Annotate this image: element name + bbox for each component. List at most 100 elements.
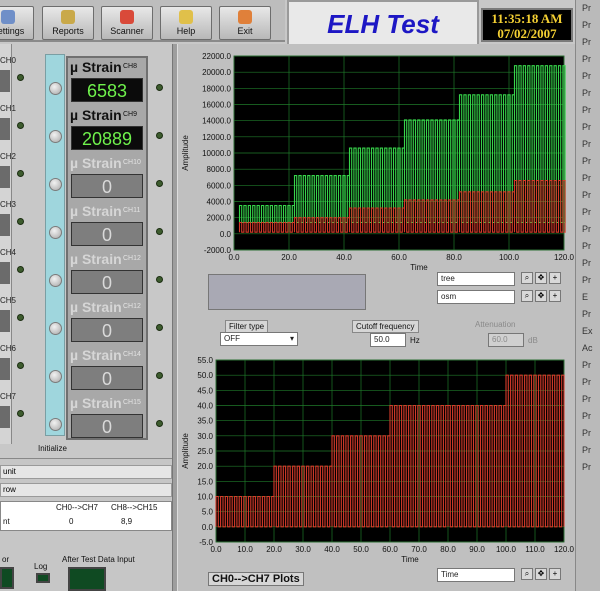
strain-row: µ Strain CH8 6583: [68, 58, 146, 106]
right-strip-item: Pr: [582, 258, 591, 268]
cursor-tool-icon[interactable]: +: [549, 272, 561, 284]
right-strip-item: Pr: [582, 190, 591, 200]
cutoff-unit: Hz: [410, 336, 420, 345]
unit-label: unit: [3, 467, 16, 476]
table-header-ch0-7: CH0-->CH7: [56, 503, 99, 512]
attenuation-input[interactable]: 60.0: [488, 333, 524, 347]
channel-radio-button[interactable]: [49, 226, 62, 239]
pan-tool-2-icon[interactable]: ✥: [535, 290, 547, 302]
exit-button[interactable]: Exit: [219, 6, 271, 40]
y-tick-label: 4000.0: [207, 198, 232, 207]
scanner-button[interactable]: Scanner: [101, 6, 153, 40]
strain-status-dot: [156, 84, 163, 91]
strain-row: µ Strain CH12 0: [68, 298, 146, 346]
cutoff-frequency-input[interactable]: 50.0: [370, 333, 406, 347]
initialize-label: Initialize: [38, 444, 67, 453]
zoom-tool-2-icon[interactable]: ⌕: [521, 290, 533, 302]
clock-display: 11:35:18 AM 07/02/2007: [481, 8, 573, 42]
plot-legend-overlay: [208, 274, 366, 310]
channel-radio-button[interactable]: [49, 274, 62, 287]
x-tick-label: 110.0: [525, 545, 545, 554]
right-strip-item: Pr: [582, 88, 591, 98]
reports-label: Reports: [52, 26, 84, 36]
left-channel-label: CH3: [0, 200, 17, 209]
y-tick-label: 35.0: [197, 417, 213, 426]
right-strip-item: Pr: [582, 139, 591, 149]
right-side-panel: Pr Pr Pr Pr Pr Pr Pr Pr Pr Pr Pr Pr Pr Pr Pr Pr Pr E Pr Ex A…: [575, 0, 600, 591]
strain-status-dot: [156, 180, 163, 187]
y-tick-label: 5.0: [202, 508, 214, 517]
reports-button[interactable]: Reports: [42, 6, 94, 40]
strain-status-dot: [156, 324, 163, 331]
cursor-tool-2-icon[interactable]: +: [549, 290, 561, 302]
left-channel-label: CH0: [0, 56, 17, 65]
strain-label: µ Strain: [70, 203, 122, 219]
scanner-icon: [120, 10, 134, 24]
right-strip-item: Ex: [582, 326, 593, 336]
y-tick-label: 20.0: [197, 462, 213, 471]
unit-field[interactable]: unit: [0, 465, 172, 479]
left-channel-value: [0, 214, 10, 236]
pan-tool-3-icon[interactable]: ✥: [535, 568, 547, 580]
table-cell-ch8-15: 8,9: [121, 517, 133, 526]
y-tick-label: 40.0: [197, 402, 213, 411]
strain-row: µ Strain CH11 0: [68, 202, 146, 250]
x-tick-label: 60.0: [391, 253, 407, 262]
zoom-tool-3-icon[interactable]: ⌕: [521, 568, 533, 580]
x-axis-label: Time: [410, 263, 428, 272]
y-tick-label: 2000.0: [207, 214, 232, 223]
left-status-dot: [17, 218, 24, 225]
left-channel-label: CH5: [0, 296, 17, 305]
x-tick-label: 40.0: [324, 545, 340, 554]
y-tick-label: 16000.0: [202, 101, 231, 110]
y-axis-label: Amplitude: [181, 433, 190, 469]
channel-radio-button[interactable]: [49, 418, 62, 431]
help-button[interactable]: Help: [160, 6, 212, 40]
app-title: ELH Test: [287, 0, 479, 46]
channel-radio-button[interactable]: [49, 130, 62, 143]
settings-button[interactable]: Settings: [0, 6, 34, 40]
left-status-dot: [17, 74, 24, 81]
left-status-dot: [17, 314, 24, 321]
y-tick-label: 18000.0: [202, 84, 231, 93]
y-tick-label: 20000.0: [202, 68, 231, 77]
channel-radio-button[interactable]: [49, 370, 62, 383]
x-tick-label: 120.0: [554, 253, 575, 262]
cursor-tool-3-icon[interactable]: +: [549, 568, 561, 580]
cutoff-frequency-label: Cutoff frequency: [352, 320, 419, 333]
strain-chart-bottom: 0.0 10.0 20.0 30.0 40.0 50.0 60.0 70.0 80.0 90.0 1…: [181, 356, 575, 564]
left-channel-value: [0, 358, 10, 380]
help-label: Help: [176, 26, 196, 36]
legend-field-2[interactable]: osm: [437, 290, 515, 304]
left-status-dot: [17, 266, 24, 273]
y-axis-label: Amplitude: [181, 135, 190, 171]
x-tick-label: 100.0: [496, 545, 517, 554]
left-status-dot: [17, 362, 24, 369]
table-cell-ch0-7: 0: [69, 517, 74, 526]
row-label: row: [3, 485, 16, 494]
or-label: or: [2, 555, 10, 564]
x-tick-label: 30.0: [295, 545, 311, 554]
strain-status-dot: [156, 372, 163, 379]
strain-value-display: 0: [71, 318, 143, 342]
right-strip-item: Pr: [582, 309, 591, 319]
log-led[interactable]: [36, 573, 50, 583]
channel-radio-button[interactable]: [49, 178, 62, 191]
exit-icon: [238, 10, 252, 24]
settings-icon: [1, 10, 15, 24]
status-led-left[interactable]: [0, 567, 14, 589]
channel-radio-button[interactable]: [49, 82, 62, 95]
x-tick-label: 90.0: [469, 545, 485, 554]
y-tick-label: 14000.0: [202, 117, 231, 126]
legend-field-1[interactable]: tree: [437, 272, 515, 286]
time-field[interactable]: Time: [437, 568, 515, 582]
after-test-button[interactable]: [68, 567, 106, 591]
row-field[interactable]: row: [0, 483, 172, 497]
filter-type-select[interactable]: OFF ▾: [220, 332, 298, 346]
log-label: Log: [34, 562, 48, 571]
y-tick-label: 10.0: [197, 493, 213, 502]
strain-value-display: 0: [71, 414, 143, 438]
channel-radio-button[interactable]: [49, 322, 62, 335]
pan-tool-icon[interactable]: ✥: [535, 272, 547, 284]
zoom-tool-icon[interactable]: ⌕: [521, 272, 533, 284]
